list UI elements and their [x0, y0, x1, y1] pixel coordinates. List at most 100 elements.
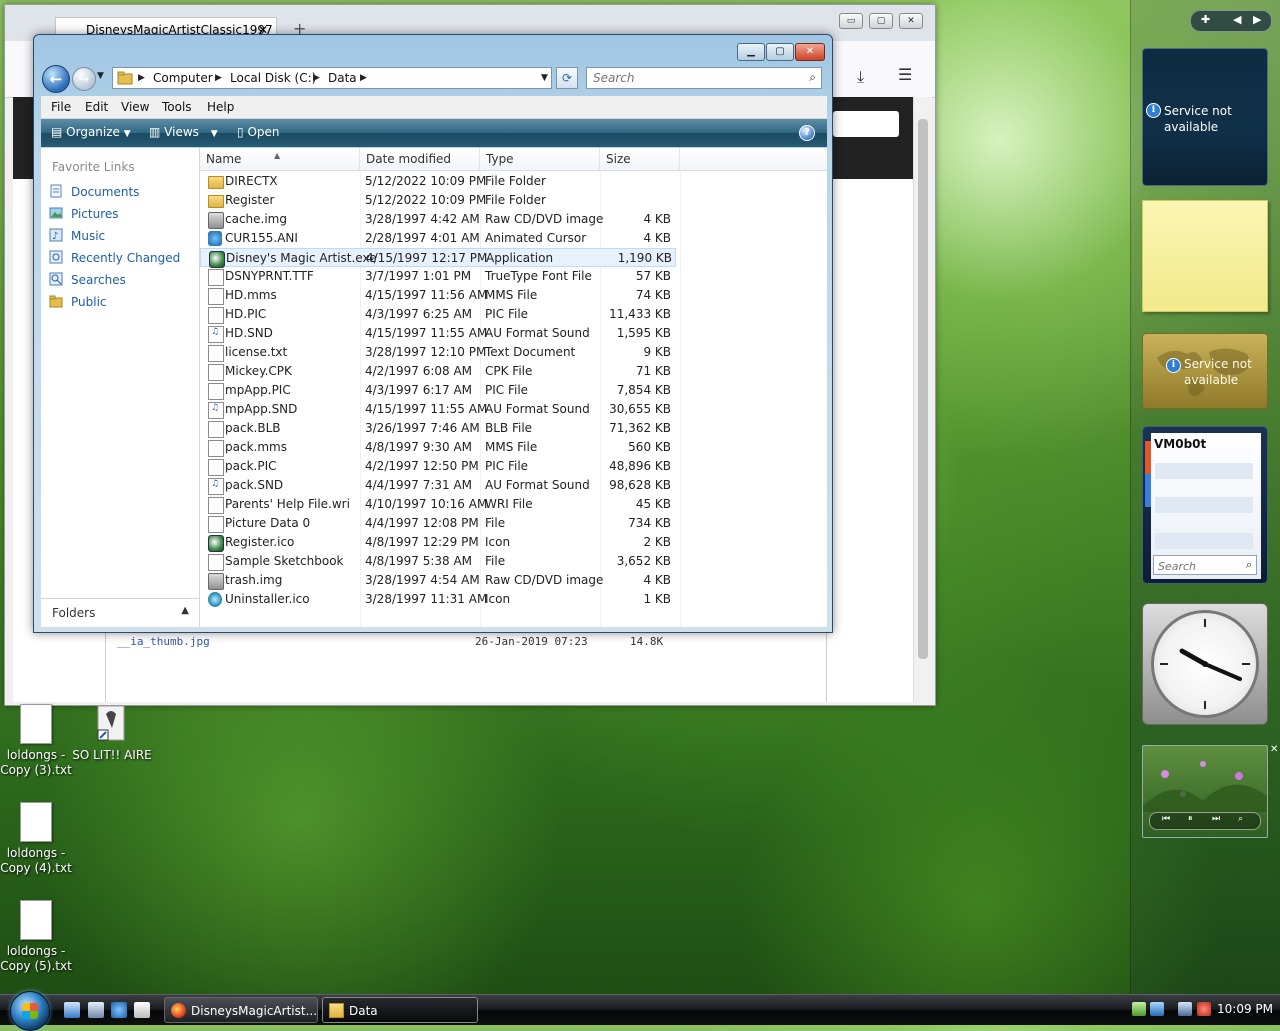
view-icon[interactable]: ⌕ — [1238, 814, 1243, 824]
taskbar-item-browser[interactable]: DisneysMagicArtist... — [164, 997, 318, 1023]
feed-search-box[interactable]: ⌕ — [1153, 555, 1257, 575]
maximize-button[interactable]: ▢ — [766, 43, 794, 61]
back-button[interactable]: ← — [42, 65, 70, 93]
menu-edit[interactable]: Edit — [85, 100, 108, 114]
file-row[interactable]: Register.ico 4/8/1997 12:29 PM Icon 2 KB — [200, 533, 676, 552]
file-row[interactable]: DIRECTX 5/12/2022 10:09 PM File Folder — [200, 172, 676, 191]
file-row[interactable]: HD.SND 4/15/1997 11:55 AMAU Format Sound 1… — [200, 324, 676, 343]
file-row[interactable]: pack.SND 4/4/1997 7:31 AM AU Format Sound 9… — [200, 476, 676, 495]
file-row[interactable]: Disney's Magic Artist.exe 4/15/1997 12:17… — [200, 248, 676, 268]
breadcrumb-separator-icon[interactable]: ▶ — [138, 73, 145, 83]
column-header-size[interactable]: Size — [600, 148, 680, 170]
file-row[interactable]: mpApp.SND 4/15/1997 11:55 AMAU Format Sou… — [200, 400, 676, 419]
feed-gadget[interactable]: VM0b0t ⌕ — [1142, 426, 1268, 584]
hamburger-menu-icon[interactable]: ☰ — [898, 65, 912, 84]
volume-muted-icon[interactable] — [1197, 1002, 1211, 1016]
column-header-type[interactable]: Type — [480, 148, 600, 170]
desktop-icon-so-lit-aire[interactable]: SO LIT!! AIRE — [70, 704, 154, 763]
menu-tools[interactable]: Tools — [162, 100, 192, 114]
browser-minimize-button[interactable]: ▭ — [839, 13, 863, 29]
favorite-pictures[interactable]: Pictures — [49, 204, 197, 224]
show-desktop-icon[interactable] — [64, 1002, 80, 1018]
desktop-icon-loldongs-copy-5[interactable]: loldongs - Copy (5).txt — [0, 900, 78, 974]
help-icon[interactable]: ? — [799, 125, 815, 141]
address-bar[interactable]: ▶ Computer ▶ Local Disk (C:) ▶ Data ▶ ▼ — [112, 67, 552, 89]
feed-search-input[interactable] — [1156, 557, 1240, 575]
minimize-button[interactable]: ▁ — [737, 43, 765, 61]
taskbar-item-data[interactable]: Data — [322, 997, 478, 1023]
breadcrumb-data[interactable]: Data — [328, 71, 357, 85]
file-row[interactable]: Register 5/12/2022 10:09 PM File Folder — [200, 191, 676, 210]
switch-windows-icon[interactable] — [88, 1002, 104, 1018]
taskbar-clock[interactable]: 10:09 PM — [1217, 1002, 1273, 1016]
slideshow-gadget[interactable]: ⏮ ⏸ ⏭ ⌕ — [1142, 745, 1268, 838]
address-dropdown-icon[interactable]: ▼ — [541, 73, 548, 83]
breadcrumb-computer[interactable]: Computer — [153, 71, 213, 85]
tray-network-icon[interactable] — [1132, 1002, 1146, 1016]
open-button[interactable]: ▯ Open — [237, 125, 280, 139]
start-button[interactable] — [10, 991, 50, 1031]
breadcrumb-local-disk[interactable]: Local Disk (C:) — [230, 71, 316, 85]
download-icon[interactable]: ⤓ — [857, 67, 864, 87]
site-search-input[interactable] — [833, 111, 899, 137]
file-row[interactable]: HD.mms 4/15/1997 11:56 AM MMS File 74 KB — [200, 286, 676, 305]
favorite-recently-changed[interactable]: Recently Changed — [49, 248, 197, 268]
file-listing-link[interactable]: __ia_thumb.jpg — [117, 635, 210, 648]
search-icon[interactable]: ⌕ — [1246, 558, 1252, 572]
column-header-name[interactable]: Name ▲ — [200, 148, 360, 170]
file-row[interactable]: Parents' Help File.wri 4/10/1997 10:16 AM… — [200, 495, 676, 514]
feed-item[interactable] — [1155, 497, 1253, 513]
search-icon[interactable]: ⌕ — [809, 70, 816, 85]
feed-item[interactable] — [1155, 533, 1253, 549]
favorite-public[interactable]: Public — [49, 292, 197, 312]
organize-button[interactable]: ▤ Organize ▼ — [51, 125, 131, 139]
file-row[interactable]: trash.img 3/28/1997 4:54 AM Raw CD/DVD ima… — [200, 571, 676, 590]
clock-gadget[interactable] — [1142, 603, 1268, 725]
breadcrumb-separator-icon[interactable]: ▶ — [313, 73, 320, 83]
desktop-icon-loldongs-copy-4[interactable]: loldongs - Copy (4).txt — [0, 802, 78, 876]
internet-explorer-icon[interactable] — [111, 1002, 127, 1018]
menu-help[interactable]: Help — [207, 100, 234, 114]
feed-item[interactable] — [1155, 463, 1253, 479]
pause-icon[interactable]: ⏸ — [1188, 814, 1193, 824]
forward-button[interactable]: → — [72, 67, 96, 91]
chevron-right-icon[interactable]: ▶ — [1253, 13, 1261, 26]
file-row[interactable]: Uninstaller.ico 3/28/1997 11:31 AM Icon 1 K… — [200, 590, 676, 609]
file-row[interactable]: pack.mms 4/8/1997 9:30 AM MMS File 560 KB — [200, 438, 676, 457]
file-row[interactable]: DSNYPRNT.TTF 3/7/1997 1:01 PM TrueType Fon… — [200, 267, 676, 286]
favorite-documents[interactable]: Documents — [49, 182, 197, 202]
next-icon[interactable]: ⏭ — [1212, 814, 1220, 824]
views-button[interactable]: ▥ Views ▼ — [149, 125, 218, 139]
browser-close-button[interactable]: ✕ — [899, 13, 923, 29]
close-button[interactable]: ✕ — [795, 43, 825, 61]
menu-file[interactable]: File — [51, 100, 71, 114]
breadcrumb-separator-icon[interactable]: ▶ — [360, 73, 367, 83]
sticky-note-gadget[interactable] — [1142, 200, 1268, 312]
browser-scrollbar[interactable] — [913, 97, 932, 702]
desktop-icon-loldongs-copy-3[interactable]: loldongs - Copy (3).txt — [0, 704, 78, 778]
tray-sidebar-icon[interactable] — [1150, 1002, 1164, 1016]
file-row[interactable]: pack.PIC 4/2/1997 12:50 PM PIC File 48,896 … — [200, 457, 676, 476]
favorite-music[interactable]: ♪ Music — [49, 226, 197, 246]
previous-icon[interactable]: ⏮ — [1162, 814, 1170, 824]
notepad-icon[interactable] — [134, 1002, 150, 1018]
file-row[interactable]: Picture Data 0 4/4/1997 12:08 PM File 734 K… — [200, 514, 676, 533]
tray-display-icon[interactable] — [1178, 1002, 1192, 1016]
chevron-left-icon[interactable]: ◀ — [1233, 13, 1241, 26]
browser-maximize-button[interactable]: ▢ — [869, 13, 893, 29]
menu-view[interactable]: View — [121, 100, 149, 114]
column-header-date[interactable]: Date modified — [360, 148, 480, 170]
add-gadget-icon[interactable]: ✚ — [1201, 13, 1210, 26]
search-input[interactable] — [589, 70, 805, 86]
close-icon[interactable]: ✕ — [1270, 744, 1278, 755]
folders-toggle[interactable]: Folders ▲ — [41, 598, 199, 627]
scrollbar-thumb[interactable] — [918, 119, 928, 659]
history-dropdown-icon[interactable]: ▼ — [97, 71, 104, 81]
search-box[interactable]: ⌕ — [586, 67, 822, 89]
world-news-gadget[interactable]: i Service not available — [1142, 333, 1268, 409]
file-row[interactable]: HD.PIC 4/3/1997 6:25 AM PIC File 11,433 KB — [200, 305, 676, 324]
favorite-searches[interactable]: Searches — [49, 270, 197, 290]
file-row[interactable]: pack.BLB 3/26/1997 7:46 AM BLB File 71,362 … — [200, 419, 676, 438]
weather-gadget[interactable]: i Service not available — [1142, 48, 1268, 186]
file-row[interactable]: Sample Sketchbook 4/8/1997 5:38 AM File 3,6… — [200, 552, 676, 571]
